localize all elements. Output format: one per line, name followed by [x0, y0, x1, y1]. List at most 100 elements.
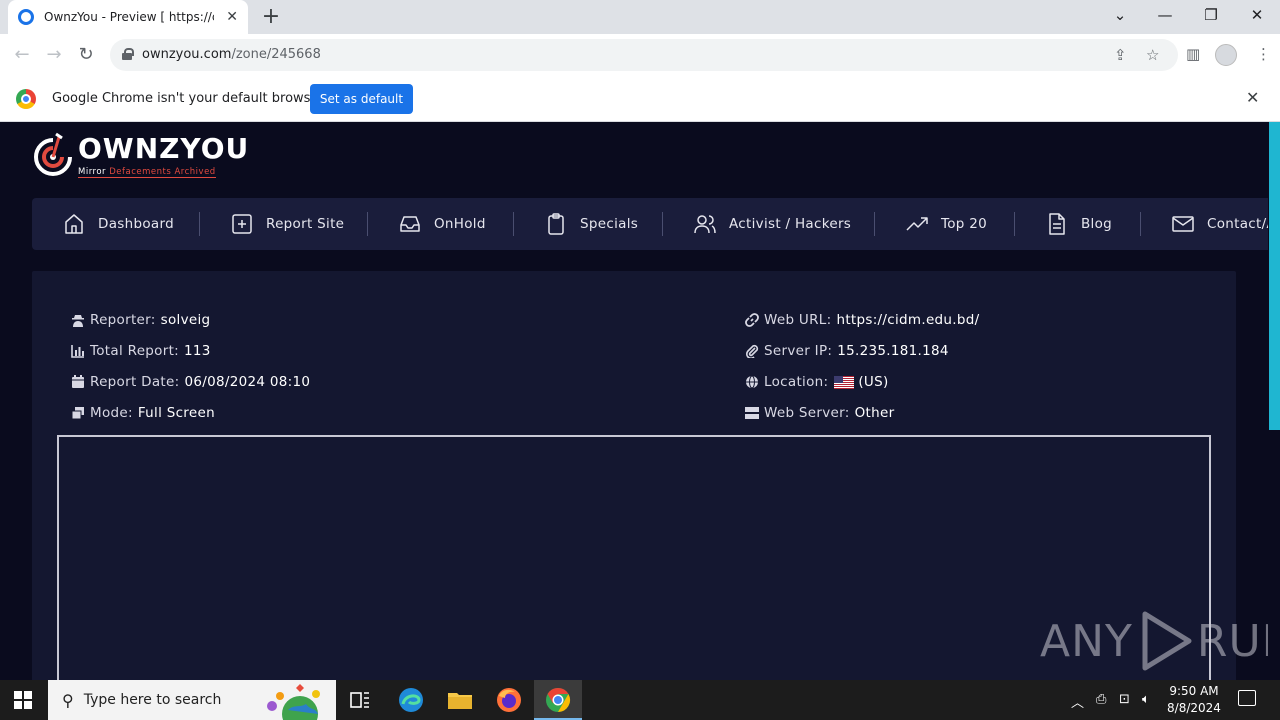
nav-divider: [1014, 212, 1015, 236]
side-panel-icon[interactable]: ▥: [1186, 45, 1200, 63]
users-icon: [694, 215, 716, 234]
bookmark-star-icon[interactable]: ☆: [1146, 46, 1159, 64]
task-view-icon[interactable]: [346, 686, 374, 714]
reporter-value[interactable]: solveig: [161, 312, 211, 328]
window-restore-icon: [71, 407, 84, 420]
web-server-value: Other: [854, 405, 895, 421]
nav-label: Report Site: [266, 216, 345, 232]
tab-search-chevron-icon[interactable]: ⌄: [1110, 6, 1130, 24]
link-icon: [745, 313, 759, 327]
site-logo[interactable]: OWNZYOU Mirror Defacements Archived: [32, 130, 248, 180]
url-text[interactable]: ownzyou.com/zone/245668: [142, 47, 321, 62]
plus-square-icon: [232, 214, 252, 234]
tab-title: OwnzYou - Preview [ https://cidm.edu.bd/…: [44, 10, 214, 24]
lock-icon[interactable]: [122, 48, 134, 60]
default-browser-infobar: Google Chrome isn't your default browser…: [0, 76, 1280, 122]
mail-icon: [1172, 216, 1194, 232]
nav-activist-hackers[interactable]: Activist / Hackers: [693, 198, 851, 250]
nav-label: Activist / Hackers: [729, 216, 852, 232]
browser-toolbar: ← → ↻ ownzyou.com/zone/245668 ⇪ ☆ ▥ ⋮: [0, 34, 1280, 76]
logo-subtitle: Mirror Defacements Archived: [78, 167, 216, 178]
nav-divider: [199, 212, 200, 236]
server-icon: [745, 407, 759, 419]
network-icon[interactable]: ⊡: [1119, 692, 1130, 707]
location-value: (US): [858, 374, 889, 390]
close-window-button[interactable]: ✕: [1247, 6, 1267, 24]
tray-chevron-up-icon[interactable]: ︿: [1071, 692, 1084, 711]
infobar-close-icon[interactable]: ✕: [1246, 88, 1259, 107]
address-bar[interactable]: ownzyou.com/zone/245668 ⇪ ☆: [110, 39, 1178, 71]
taskbar-clock[interactable]: 9:50 AM 8/8/2024: [1166, 683, 1222, 717]
web-url-value[interactable]: https://cidm.edu.bd/: [836, 312, 979, 328]
search-highlight-globe-icon: [267, 684, 320, 720]
report-date-row: Report Date: 06/08/2024 08:10: [71, 374, 310, 390]
taskbar-search-box[interactable]: ⚲ Type here to search: [48, 680, 336, 720]
user-secret-icon: [72, 315, 84, 327]
windows-taskbar: ⚲ Type here to search ︿ ⎙ ⊡ 🔈︎ 9:50 AM 8…: [0, 680, 1280, 720]
notification-center-icon[interactable]: [1238, 690, 1256, 706]
web-url-row: Web URL: https://cidm.edu.bd/: [745, 312, 979, 328]
mirror-preview-frame[interactable]: [57, 435, 1211, 680]
edge-browser-icon[interactable]: [397, 686, 425, 714]
main-nav: Dashboard Report Site OnHold Specials Ac…: [32, 198, 1268, 250]
share-icon[interactable]: ⇪: [1114, 46, 1127, 64]
web-server-row: Web Server: Other: [745, 405, 894, 421]
location-row: Location: (US): [745, 374, 889, 390]
total-report-row: Total Report: 113: [71, 343, 211, 359]
nav-divider: [874, 212, 875, 236]
restore-button[interactable]: ❐: [1201, 6, 1221, 24]
nav-label: Top 20: [941, 216, 988, 232]
nav-divider: [367, 212, 368, 236]
volume-icon[interactable]: 🔈︎: [1142, 692, 1150, 707]
document-icon: [1049, 213, 1065, 235]
set-as-default-button[interactable]: Set as default: [310, 84, 413, 114]
menu-kebab-icon[interactable]: ⋮: [1256, 45, 1271, 63]
new-tab-button[interactable]: +: [258, 4, 284, 30]
bar-chart-icon: [71, 345, 84, 358]
nav-contact-about[interactable]: Contact/About: [1171, 198, 1268, 250]
nav-specials[interactable]: Specials: [544, 198, 638, 250]
search-icon: ⚲: [62, 690, 74, 710]
anyrun-watermark: ANY RUN: [1040, 610, 1268, 672]
logo-title: OWNZYOU: [78, 132, 250, 165]
back-arrow-icon[interactable]: ←: [11, 44, 33, 65]
tab-close-icon[interactable]: ✕: [226, 9, 238, 25]
nav-report-site[interactable]: Report Site: [230, 198, 344, 250]
reload-icon[interactable]: ↻: [75, 44, 97, 65]
infobar-message: Google Chrome isn't your default browser: [52, 91, 324, 106]
nav-dashboard[interactable]: Dashboard: [62, 198, 174, 250]
chrome-taskbar-button[interactable]: [534, 680, 582, 720]
play-triangle-icon: [1142, 611, 1192, 671]
file-explorer-icon[interactable]: [446, 686, 474, 714]
reporter-row: Reporter: solveig: [71, 312, 210, 328]
logo-mark-icon: [34, 132, 72, 176]
browser-tab[interactable]: OwnzYou - Preview [ https://cidm.edu.bd/…: [8, 0, 248, 34]
nav-label: Blog: [1081, 216, 1113, 232]
clipboard-icon: [548, 213, 564, 235]
globe-icon: [746, 375, 758, 389]
minimize-button[interactable]: —: [1155, 6, 1175, 24]
nav-divider: [513, 212, 514, 236]
profile-avatar[interactable]: [1215, 44, 1237, 66]
server-ip-value: 15.235.181.184: [837, 343, 949, 359]
paperclip-icon: [745, 344, 759, 358]
tab-favicon-icon: [18, 9, 34, 25]
nav-top-20[interactable]: Top 20: [905, 198, 987, 250]
chrome-logo-icon: [16, 89, 36, 109]
tray-meet-icon[interactable]: ⎙: [1096, 692, 1106, 707]
forward-arrow-icon[interactable]: →: [43, 44, 65, 65]
nav-blog[interactable]: Blog: [1045, 198, 1112, 250]
nav-onhold[interactable]: OnHold: [398, 198, 486, 250]
clock-time: 9:50 AM: [1169, 684, 1219, 698]
home-icon: [65, 214, 83, 234]
browser-tabstrip: OwnzYou - Preview [ https://cidm.edu.bd/…: [0, 0, 1280, 34]
inbox-icon: [400, 216, 420, 232]
page-scrollbar-thumb[interactable]: [1269, 122, 1280, 430]
chrome-icon: [546, 688, 571, 712]
firefox-icon[interactable]: [495, 686, 523, 714]
mode-row: Mode: Full Screen: [71, 405, 215, 421]
windows-start-icon[interactable]: [14, 691, 32, 709]
report-date-value: 06/08/2024 08:10: [184, 374, 311, 390]
calendar-icon: [72, 375, 84, 388]
page-content: OWNZYOU Mirror Defacements Archived Dash…: [0, 122, 1268, 680]
